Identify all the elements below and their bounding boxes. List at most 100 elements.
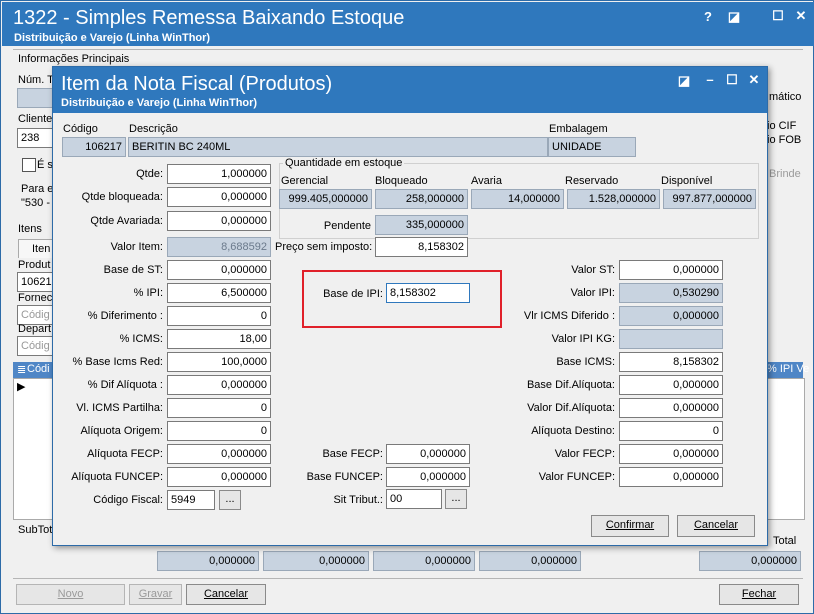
close-icon[interactable]: ✕ <box>792 7 810 25</box>
qtde-avariada-label: Qtde Avariada: <box>90 215 163 227</box>
sit-tribut-label: Sit Tribut.: <box>333 494 383 506</box>
valor-dif-aliquota-field[interactable]: 0,000000 <box>619 398 723 418</box>
aliquota-funcep-label: Alíquota FUNCEP: <box>71 471 163 483</box>
para-value: "530 - <box>21 197 50 209</box>
dif-aliquota-field[interactable]: 0,000000 <box>167 375 271 395</box>
base-icms-red-label: % Base Icms Red: <box>72 356 163 368</box>
qtde-bloqueada-field[interactable]: 0,000000 <box>167 187 271 207</box>
pendente-label: Pendente <box>323 220 371 232</box>
aliquota-destino-label: Alíquota Destino: <box>531 425 615 437</box>
sit-tribut-lookup-button[interactable]: ... <box>445 489 467 509</box>
avaria-field: 14,000000 <box>471 189 564 209</box>
codigo-fiscal-lookup-button[interactable]: ... <box>219 490 241 510</box>
diferimento-field[interactable]: 0 <box>167 306 271 326</box>
grid-header-right: % IPI Ve <box>767 362 809 378</box>
icms-pct-label: % ICMS: <box>119 333 163 345</box>
estoque-group-label: Quantidade em estoque <box>283 157 405 169</box>
help-icon[interactable]: ? <box>699 8 717 26</box>
base-dif-aliquota-field[interactable]: 0,000000 <box>619 375 723 395</box>
qtde-avariada-field[interactable]: 0,000000 <box>167 211 271 231</box>
bloqueado-label: Bloqueado <box>375 175 428 187</box>
base-ipi-field[interactable]: 8,158302 <box>386 283 470 303</box>
depart-field[interactable]: Códig <box>17 336 57 356</box>
checkbox[interactable] <box>22 158 36 172</box>
cancelar-main-button[interactable]: Cancelar <box>186 584 266 605</box>
qtde-bloqueada-label: Qtde bloqueada: <box>81 191 163 203</box>
subtotal-4: 0,000000 <box>479 551 581 571</box>
dialog-subtitle: Distribuição e Varejo (Linha WinThor) <box>61 97 258 109</box>
valor-ipi-kg-label: Valor IPI KG: <box>551 333 615 345</box>
edit-window-icon[interactable]: ◪ <box>725 8 743 26</box>
items-grid-right <box>767 378 805 520</box>
section-title: Informações Principais <box>18 53 130 65</box>
subtotal-5: 0,000000 <box>699 551 801 571</box>
aliquota-fecp-field[interactable]: 0,000000 <box>167 444 271 464</box>
subtotal-3: 0,000000 <box>373 551 475 571</box>
codigo-label: Código <box>63 123 98 135</box>
fechar-button[interactable]: Fechar <box>719 584 799 605</box>
total-label: Total <box>773 535 797 547</box>
maximize-icon[interactable]: ☐ <box>769 7 787 25</box>
confirmar-button[interactable]: Confirmar <box>591 515 669 537</box>
descricao-field: BERITIN BC 240ML <box>128 137 548 157</box>
preco-sem-imposto-label: Preço sem imposto: <box>275 241 373 253</box>
valor-item-label: Valor Item: <box>110 241 163 253</box>
aliquota-destino-field[interactable]: 0 <box>619 421 723 441</box>
item-dialog: Item da Nota Fiscal (Produtos) Distribui… <box>52 66 768 546</box>
cliente-label: Cliente <box>18 113 53 125</box>
cancelar-dialog-button[interactable]: Cancelar <box>677 515 755 537</box>
descricao-label: Descrição <box>129 123 178 135</box>
icms-partilha-field[interactable]: 0 <box>167 398 271 418</box>
valor-funcep-label: Valor FUNCEP: <box>538 471 615 483</box>
close-icon[interactable]: ✕ <box>745 71 763 89</box>
valor-item-field: 8,688592 <box>167 237 271 257</box>
base-icms-red-field[interactable]: 100,0000 <box>167 352 271 372</box>
valor-funcep-field[interactable]: 0,000000 <box>619 467 723 487</box>
gravar-button[interactable]: Gravar <box>129 584 182 605</box>
main-window-title: 1322 - Simples Remessa Baixando Estoque <box>13 7 405 29</box>
gerencial-label: Gerencial <box>281 175 329 187</box>
checkbox-label: É s <box>37 159 53 171</box>
base-funcep-field[interactable]: 0,000000 <box>386 467 470 487</box>
embalagem-field: UNIDADE <box>548 137 636 157</box>
codigo-fiscal-field[interactable]: 5949 <box>167 490 215 510</box>
novo-button[interactable]: Novo <box>16 584 125 605</box>
bloqueado-field: 258,000000 <box>375 189 468 209</box>
grid-col-ipi[interactable]: % IPI Ve <box>767 363 809 375</box>
grid-menu-icon[interactable]: ≣ <box>17 363 26 376</box>
base-st-field[interactable]: 0,000000 <box>167 260 271 280</box>
minimize-icon[interactable]: – <box>701 71 719 89</box>
para-label: Para e <box>21 183 54 195</box>
produto-field[interactable]: 10621 <box>17 272 57 292</box>
produto-label: Produt <box>18 259 51 271</box>
icms-partilha-label: Vl. ICMS Partilha: <box>76 402 163 414</box>
right-brinde: Brinde <box>769 168 801 180</box>
preco-sem-imposto-field[interactable]: 8,158302 <box>375 237 468 257</box>
fornec-field[interactable]: Códig <box>17 305 57 325</box>
reservado-field: 1.528,000000 <box>567 189 660 209</box>
aliquota-origem-field[interactable]: 0 <box>167 421 271 441</box>
qtde-field[interactable]: 1,000000 <box>167 164 271 184</box>
gerencial-field: 999.405,000000 <box>279 189 372 209</box>
base-fecp-field[interactable]: 0,000000 <box>386 444 470 464</box>
valor-st-field[interactable]: 0,000000 <box>619 260 723 280</box>
grid-header-left: ≣ Códi <box>13 362 53 378</box>
sit-tribut-field[interactable]: 00 <box>386 489 442 509</box>
grid-col-codigo[interactable]: Códi <box>27 363 50 375</box>
valor-fecp-field[interactable]: 0,000000 <box>619 444 723 464</box>
aliquota-funcep-field[interactable]: 0,000000 <box>167 467 271 487</box>
items-grid[interactable]: ▶ <box>13 378 55 520</box>
subtotal-1: 0,000000 <box>157 551 259 571</box>
icms-pct-field[interactable]: 18,00 <box>167 329 271 349</box>
ipi-pct-label: % IPI: <box>133 287 163 299</box>
subtotal-label: SubTot <box>18 524 53 536</box>
valor-fecp-label: Valor FECP: <box>554 448 615 460</box>
num-field[interactable] <box>17 88 57 108</box>
base-icms-label: Base ICMS: <box>556 356 615 368</box>
cliente-field[interactable]: 238 <box>17 128 57 148</box>
base-icms-field[interactable]: 8,158302 <box>619 352 723 372</box>
ipi-pct-field[interactable]: 6,500000 <box>167 283 271 303</box>
maximize-icon[interactable]: ☐ <box>723 71 741 89</box>
vlr-icms-diferido-label: Vlr ICMS Diferido : <box>523 310 615 322</box>
edit-window-icon[interactable]: ◪ <box>675 72 693 90</box>
